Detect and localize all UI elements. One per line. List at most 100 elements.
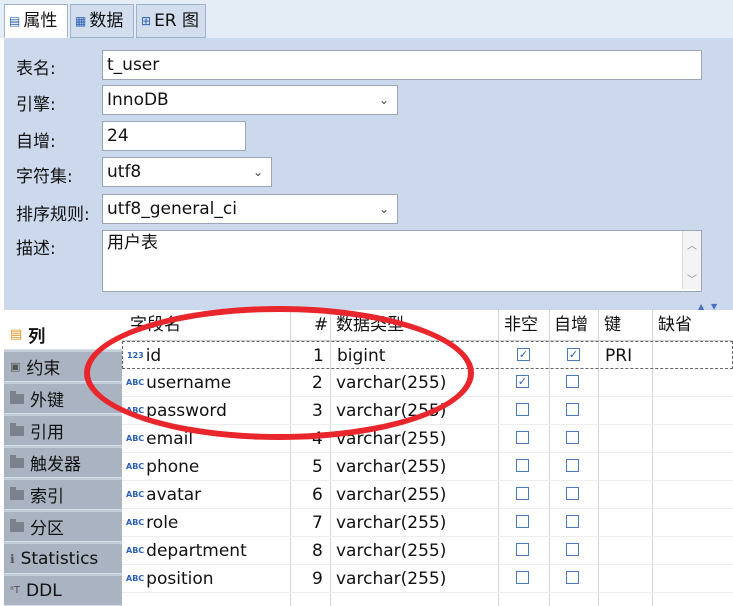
auto-increment-checkbox[interactable] bbox=[566, 375, 579, 388]
table-row[interactable]: ABC position 9 varchar(255) bbox=[122, 565, 733, 593]
sidebar-item-label: 约束 bbox=[26, 359, 61, 379]
not-null-checkbox[interactable] bbox=[516, 487, 529, 500]
collation-select[interactable]: utf8_general_ci ⌄ bbox=[102, 194, 398, 224]
field-name-text: role bbox=[146, 513, 179, 533]
table-row[interactable]: ABC avatar 6 varchar(255) bbox=[122, 481, 733, 509]
table-row[interactable]: ABC email 4 varchar(255) bbox=[122, 425, 733, 453]
cell-field-name: ABC avatar bbox=[126, 481, 201, 509]
er-diagram-icon: ⊞ bbox=[141, 14, 152, 28]
not-null-checkbox[interactable]: ✓ bbox=[517, 348, 530, 361]
constraint-icon: ▣ bbox=[10, 360, 21, 373]
header-not-null[interactable]: 非空 bbox=[504, 310, 538, 340]
auto-increment-checkbox[interactable] bbox=[566, 431, 579, 444]
description-scrollbar[interactable]: ︿ ﹀ bbox=[682, 231, 701, 289]
cell-field-name: ABC password bbox=[126, 397, 227, 425]
cell-data-type: varchar(255) bbox=[336, 485, 447, 505]
header-key[interactable]: 键 bbox=[604, 310, 621, 340]
auto-increment-input[interactable]: 24 bbox=[102, 121, 246, 151]
sidebar-item-label: DDL bbox=[26, 580, 62, 601]
sidebar-item-statistics[interactable]: ℹ Statistics bbox=[4, 544, 122, 574]
sidebar-item-indexes[interactable]: 索引 bbox=[4, 480, 122, 510]
ddl-icon: ᵃT bbox=[10, 585, 21, 596]
cell-field-name: ABC position bbox=[126, 565, 214, 593]
table-row[interactable]: ABC username 2 varchar(255) ✓ bbox=[122, 369, 733, 397]
charset-select[interactable]: utf8 ⌄ bbox=[102, 157, 272, 187]
not-null-checkbox[interactable]: ✓ bbox=[516, 375, 529, 388]
field-name-text: username bbox=[146, 373, 232, 393]
table-row[interactable]: ABC password 3 varchar(255) bbox=[122, 397, 733, 425]
sidebar-item-ddl[interactable]: ᵃT DDL bbox=[4, 576, 122, 606]
field-name-text: email bbox=[146, 429, 194, 449]
auto-increment-label: 自增: bbox=[16, 132, 56, 152]
tab-er-diagram[interactable]: ⊞ ER 图 bbox=[136, 4, 206, 38]
string-type-icon: ABC bbox=[126, 574, 145, 583]
cell-data-type: varchar(255) bbox=[336, 513, 447, 533]
sidebar-item-foreign-keys[interactable]: 外键 bbox=[4, 384, 122, 414]
auto-increment-checkbox[interactable] bbox=[566, 543, 579, 556]
auto-increment-checkbox[interactable] bbox=[566, 571, 579, 584]
table-row[interactable]: 123 id 1 bigint ✓ ✓ PRI bbox=[122, 341, 733, 369]
string-type-icon: ABC bbox=[126, 406, 145, 415]
table-row[interactable]: ABC role 7 varchar(255) bbox=[122, 509, 733, 537]
header-auto-increment[interactable]: 自增 bbox=[554, 310, 588, 340]
string-type-icon: ABC bbox=[126, 434, 145, 443]
header-number[interactable]: # bbox=[314, 310, 328, 340]
auto-increment-checkbox[interactable] bbox=[566, 403, 579, 416]
sidebar-item-label: Statistics bbox=[20, 548, 99, 569]
engine-select[interactable]: InnoDB ⌄ bbox=[102, 85, 398, 115]
properties-icon: ▤ bbox=[9, 14, 21, 28]
tab-label: 属性 bbox=[23, 11, 58, 31]
description-value: 用户表 bbox=[107, 233, 158, 253]
table-name-input[interactable]: t_user bbox=[102, 50, 702, 80]
description-textarea[interactable]: 用户表 ︿ ﹀ bbox=[102, 230, 702, 292]
scroll-down-icon: ﹀ bbox=[687, 275, 697, 286]
not-null-checkbox[interactable] bbox=[516, 515, 529, 528]
not-null-checkbox[interactable] bbox=[516, 431, 529, 444]
table-row[interactable]: ABC department 8 varchar(255) bbox=[122, 537, 733, 565]
collation-label: 排序规则: bbox=[16, 205, 90, 225]
sidebar-item-label: 触发器 bbox=[30, 455, 81, 475]
cell-number: 1 bbox=[313, 346, 324, 366]
table-row[interactable]: ABC phone 5 varchar(255) bbox=[122, 453, 733, 481]
not-null-checkbox[interactable] bbox=[516, 543, 529, 556]
not-null-checkbox[interactable] bbox=[516, 403, 529, 416]
header-default[interactable]: 缺省 bbox=[658, 310, 692, 340]
sidebar-item-label: 列 bbox=[28, 327, 46, 347]
cell-number: 7 bbox=[312, 513, 323, 533]
field-name-text: id bbox=[145, 346, 162, 366]
numeric-type-icon: 123 bbox=[127, 351, 144, 360]
table-sections-sidebar: ▤ 列 ▣ 约束 外键 引用 触发器 索引 分区 ℹ Statistics ᵃT… bbox=[4, 320, 122, 606]
chevron-down-icon: ⌄ bbox=[378, 202, 389, 216]
header-data-type[interactable]: 数据类型 bbox=[336, 310, 404, 340]
field-name-text: department bbox=[146, 541, 247, 561]
not-null-checkbox[interactable] bbox=[516, 571, 529, 584]
cell-number: 6 bbox=[312, 485, 323, 505]
cell-field-name: ABC department bbox=[126, 537, 247, 565]
cell-data-type: varchar(255) bbox=[336, 401, 447, 421]
sidebar-item-columns[interactable]: ▤ 列 bbox=[4, 320, 122, 350]
field-name-text: phone bbox=[146, 457, 200, 477]
cell-number: 9 bbox=[312, 569, 323, 589]
sidebar-item-label: 外键 bbox=[30, 391, 64, 411]
not-null-checkbox[interactable] bbox=[516, 459, 529, 472]
tab-properties[interactable]: ▤ 属性 bbox=[4, 4, 68, 38]
auto-increment-checkbox[interactable] bbox=[566, 487, 579, 500]
auto-increment-checkbox[interactable]: ✓ bbox=[567, 348, 580, 361]
auto-increment-checkbox[interactable] bbox=[566, 459, 579, 472]
sidebar-item-partitions[interactable]: 分区 bbox=[4, 512, 122, 542]
sidebar-item-triggers[interactable]: 触发器 bbox=[4, 448, 122, 478]
string-type-icon: ABC bbox=[126, 462, 145, 471]
chevron-down-icon: ⌄ bbox=[378, 93, 389, 107]
sidebar-item-constraints[interactable]: ▣ 约束 bbox=[4, 352, 122, 382]
sidebar-item-references[interactable]: 引用 bbox=[4, 416, 122, 446]
engine-label: 引擎: bbox=[16, 95, 56, 115]
charset-label: 字符集: bbox=[16, 167, 73, 187]
tab-label: 数据 bbox=[89, 11, 124, 31]
cell-number: 3 bbox=[312, 401, 323, 421]
tab-data[interactable]: ▦ 数据 bbox=[70, 4, 134, 38]
folder-icon bbox=[10, 518, 24, 532]
statistics-icon: ℹ bbox=[10, 551, 15, 566]
cell-number: 2 bbox=[312, 373, 323, 393]
header-field-name[interactable]: 字段名 bbox=[130, 310, 181, 340]
auto-increment-checkbox[interactable] bbox=[566, 515, 579, 528]
